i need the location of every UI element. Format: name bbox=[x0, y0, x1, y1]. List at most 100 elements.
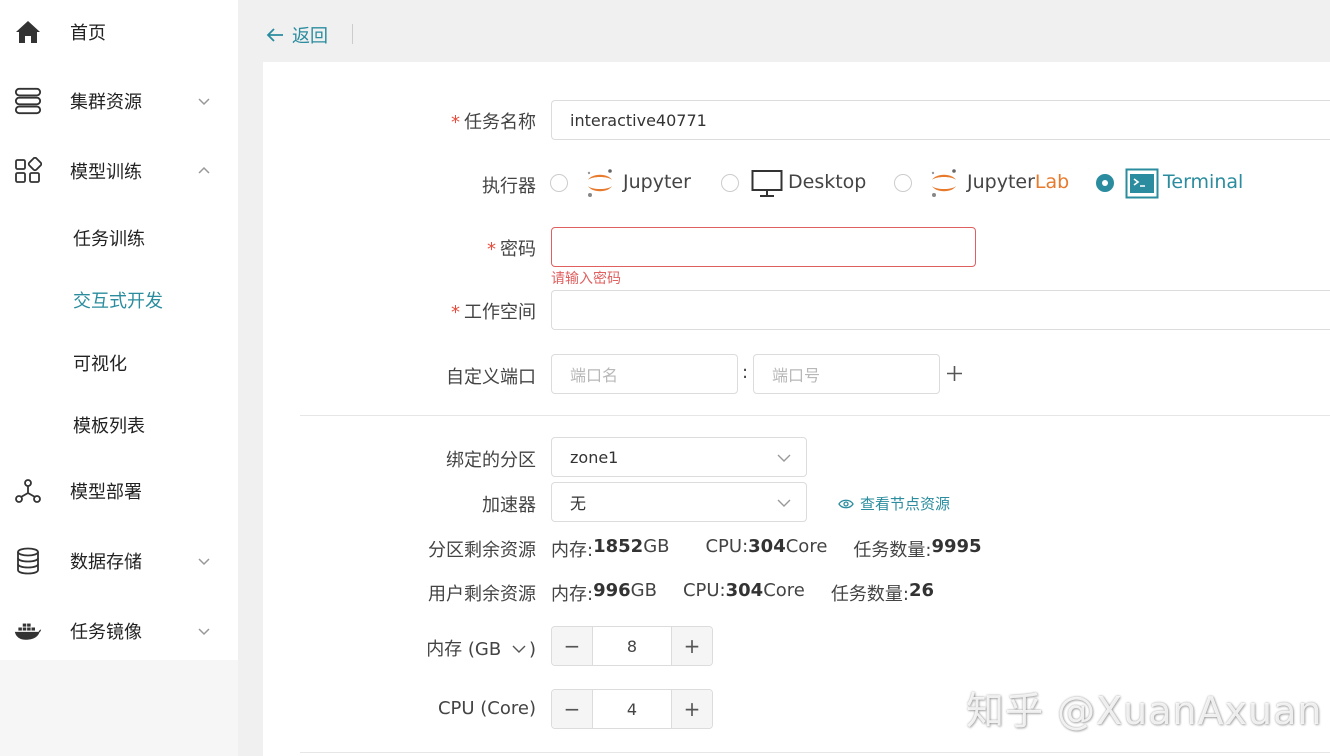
port-number-input[interactable]: 端口号 bbox=[753, 354, 940, 394]
chevron-down-icon bbox=[777, 499, 791, 507]
memory-decrement-button[interactable]: − bbox=[552, 627, 593, 665]
sidebar-item-label: 模型部署 bbox=[70, 482, 142, 503]
executor-option-jupyter: Jupyter bbox=[623, 171, 691, 193]
memory-value[interactable]: 8 bbox=[593, 627, 671, 665]
watermark: 知乎 @XuanAxuan bbox=[966, 689, 1323, 733]
home-icon bbox=[14, 18, 42, 46]
jupyterlab-logo-icon bbox=[931, 169, 956, 197]
section-divider bbox=[300, 415, 1330, 416]
zone-mem-value: 1852 bbox=[593, 536, 644, 557]
bottom-divider bbox=[300, 752, 1330, 753]
sidebar-item-label: 数据存储 bbox=[70, 552, 142, 573]
add-port-plus-icon[interactable] bbox=[946, 365, 963, 382]
password-label: * 密码 bbox=[487, 239, 536, 260]
docker-icon bbox=[14, 617, 42, 645]
zone-cpu-unit: Core bbox=[785, 536, 828, 557]
zone-mem-unit: GB bbox=[643, 536, 670, 557]
sidebar-subitem-label: 交互式开发 bbox=[73, 291, 163, 312]
sidebar: 首页 集群资源 模型训练 任务训练 交互式开发 可视化 模板列表 模型部署 数据… bbox=[0, 0, 238, 756]
executor-option-terminal: Terminal bbox=[1163, 171, 1244, 193]
back-label: 返回 bbox=[292, 26, 328, 47]
executor-radio-jupyterlab[interactable] bbox=[894, 174, 912, 192]
executor-option-desktop: Desktop bbox=[788, 171, 867, 193]
password-input[interactable] bbox=[551, 227, 976, 267]
view-node-resources-link[interactable]: 查看节点资源 bbox=[838, 493, 950, 514]
zone-cpu-label: CPU: bbox=[705, 536, 749, 557]
sidebar-item-home[interactable]: 首页 bbox=[0, 12, 238, 52]
cpu-decrement-button[interactable]: − bbox=[552, 690, 593, 728]
executor-radio-terminal[interactable] bbox=[1096, 174, 1114, 192]
memory-unit-selector[interactable]: 内存 (GB ) bbox=[336, 635, 536, 661]
zone-cpu-value: 304 bbox=[748, 536, 786, 557]
arrow-left-icon bbox=[266, 28, 283, 42]
accelerator-select[interactable]: 无 bbox=[551, 482, 807, 522]
workspace-label: * 工作空间 bbox=[451, 302, 536, 323]
password-error: 请输入密码 bbox=[551, 271, 621, 287]
top-bar bbox=[238, 0, 1330, 62]
executor-radio-desktop[interactable] bbox=[721, 174, 739, 192]
accelerator-value: 无 bbox=[570, 494, 587, 513]
executor-option-jupyterlab: JupyterLab bbox=[967, 171, 1070, 193]
cpu-stepper[interactable]: − 4 + bbox=[551, 689, 713, 729]
port-name-placeholder: 端口名 bbox=[570, 366, 619, 385]
memory-label: 内存 (GB bbox=[426, 639, 502, 660]
zone-task-value: 9995 bbox=[931, 536, 982, 557]
sidebar-item-model-training[interactable]: 模型训练 bbox=[0, 151, 238, 191]
sidebar-subitem-template-list[interactable]: 模板列表 bbox=[0, 403, 238, 443]
user-task-label: 任务数量: bbox=[830, 584, 909, 605]
task-name-value: interactive40771 bbox=[570, 110, 707, 130]
sidebar-item-label: 首页 bbox=[70, 23, 106, 44]
chevron-up-icon bbox=[198, 166, 210, 174]
zone-select[interactable]: zone1 bbox=[551, 437, 807, 477]
zone-value: zone1 bbox=[570, 447, 619, 467]
memory-stepper[interactable]: − 8 + bbox=[551, 626, 713, 666]
user-cpu-unit: Core bbox=[763, 580, 805, 601]
accelerator-label: 加速器 bbox=[482, 495, 536, 516]
task-name-input[interactable]: interactive40771 bbox=[551, 100, 1330, 140]
sidebar-subitem-label: 任务训练 bbox=[73, 229, 145, 250]
chevron-down-icon bbox=[777, 454, 791, 462]
sidebar-item-task-images[interactable]: 任务镜像 bbox=[0, 611, 238, 651]
zone-resources-values: 内存: 1852 GB CPU: 304 Core 任务数量: 9995 bbox=[551, 536, 982, 562]
sidebar-subitem-visualization[interactable]: 可视化 bbox=[0, 341, 238, 381]
cpu-label: CPU (Core) bbox=[437, 698, 536, 719]
port-number-placeholder: 端口号 bbox=[772, 366, 821, 385]
user-mem-label: 内存: bbox=[551, 584, 594, 605]
user-mem-unit: GB bbox=[630, 580, 657, 601]
sidebar-item-model-deploy[interactable]: 模型部署 bbox=[0, 471, 238, 511]
header-divider bbox=[352, 24, 353, 44]
user-cpu-label: CPU: bbox=[682, 580, 726, 601]
chevron-down-icon bbox=[198, 628, 210, 636]
sidebar-item-label: 任务镜像 bbox=[70, 622, 142, 643]
sidebar-subitem-label: 可视化 bbox=[73, 354, 127, 375]
network-nodes-icon bbox=[14, 477, 42, 505]
cpu-value[interactable]: 4 bbox=[593, 690, 671, 728]
sidebar-subitem-interactive-dev[interactable]: 交互式开发 bbox=[0, 278, 238, 318]
user-resources-label: 用户剩余资源 bbox=[428, 584, 536, 605]
zone-label: 绑定的分区 bbox=[446, 450, 536, 471]
back-button[interactable]: 返回 bbox=[266, 22, 328, 48]
task-name-label: * 任务名称 bbox=[451, 112, 536, 133]
sidebar-bottom-area bbox=[0, 660, 238, 756]
workspace-input[interactable] bbox=[551, 290, 1330, 330]
chevron-down-icon bbox=[512, 645, 526, 653]
grid-apps-icon bbox=[14, 157, 42, 185]
sidebar-subitem-task-training[interactable]: 任务训练 bbox=[0, 216, 238, 256]
memory-increment-button[interactable]: + bbox=[671, 627, 712, 665]
executor-label: 执行器 bbox=[482, 176, 536, 197]
zone-resources-label: 分区剩余资源 bbox=[428, 540, 536, 561]
sidebar-item-cluster-resources[interactable]: 集群资源 bbox=[0, 81, 238, 121]
executor-radio-jupyter[interactable] bbox=[550, 174, 568, 192]
cpu-increment-button[interactable]: + bbox=[671, 690, 712, 728]
sidebar-item-label: 模型训练 bbox=[70, 162, 142, 183]
user-cpu-value: 304 bbox=[725, 580, 764, 601]
sidebar-subitem-label: 模板列表 bbox=[73, 416, 145, 437]
custom-port-label: 自定义端口 bbox=[446, 367, 536, 388]
zone-mem-label: 内存: bbox=[551, 540, 594, 561]
database-icon bbox=[14, 547, 42, 575]
eye-icon bbox=[838, 499, 854, 508]
port-separator: : bbox=[742, 362, 749, 383]
port-name-input[interactable]: 端口名 bbox=[551, 354, 738, 394]
sidebar-item-data-storage[interactable]: 数据存储 bbox=[0, 541, 238, 581]
user-mem-value: 996 bbox=[593, 580, 631, 601]
